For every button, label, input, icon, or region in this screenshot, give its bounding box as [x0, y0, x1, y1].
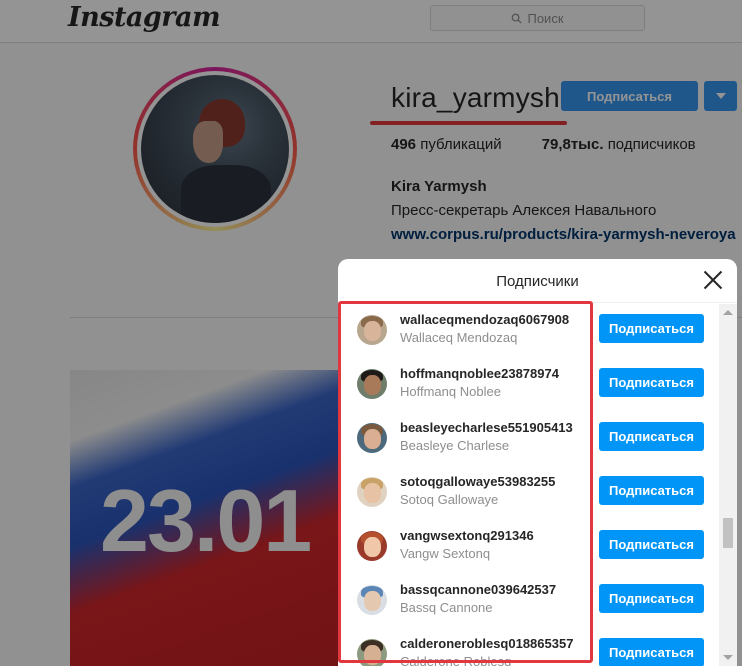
list-item: wallaceqmendozaq6067908 Wallaceq Mendoza… [338, 304, 718, 358]
follower-name: Bassq Cannone [400, 600, 493, 615]
follow-button[interactable]: Подписаться [599, 422, 704, 451]
follower-login[interactable]: vangwsextonq291346 [400, 528, 534, 543]
list-item: calderoneroblesq018865357 Calderonе Robl… [338, 628, 718, 666]
followers-list[interactable]: wallaceqmendozaq6067908 Wallaceq Mendoza… [338, 304, 718, 666]
modal-title: Подписчики [496, 273, 579, 290]
avatar[interactable] [357, 585, 387, 615]
close-icon[interactable] [703, 270, 723, 290]
list-item: hoffmanqnoblee23878974 Hoffmanq Noblee П… [338, 358, 718, 412]
follower-login[interactable]: wallaceqmendozaq6067908 [400, 312, 569, 327]
follower-name: Hoffmanq Noblee [400, 384, 501, 399]
follower-name: Sotoq Gallowaye [400, 492, 499, 507]
scroll-up-arrow-icon[interactable] [723, 310, 733, 315]
modal-header: Подписчики [338, 259, 737, 303]
avatar[interactable] [357, 531, 387, 561]
follower-name: Wallaceq Mendozaq [400, 330, 518, 345]
follow-button[interactable]: Подписаться [599, 530, 704, 559]
follow-button[interactable]: Подписаться [599, 584, 704, 613]
follower-login[interactable]: sotoqgallowaye53983255 [400, 474, 555, 489]
avatar[interactable] [357, 423, 387, 453]
scroll-down-arrow-icon[interactable] [723, 655, 733, 660]
follower-name: Calderonе Roblesq [400, 654, 512, 666]
avatar[interactable] [357, 477, 387, 507]
follower-login[interactable]: hoffmanqnoblee23878974 [400, 366, 559, 381]
follower-name: Beasleye Charlese [400, 438, 510, 453]
avatar[interactable] [357, 639, 387, 666]
follow-button[interactable]: Подписаться [599, 314, 704, 343]
list-item: sotoqgallowaye53983255 Sotoq Gallowaye П… [338, 466, 718, 520]
list-item: vangwsextonq291346 Vangw Sextonq Подписа… [338, 520, 718, 574]
avatar[interactable] [357, 315, 387, 345]
follower-name: Vangw Sextonq [400, 546, 491, 561]
followers-modal: Подписчики wallaceqmendozaq6067908 Walla… [338, 259, 737, 666]
list-item: beasleyecharlese551905413 Beasleye Charl… [338, 412, 718, 466]
scrollbar[interactable] [719, 304, 737, 666]
avatar[interactable] [357, 369, 387, 399]
follow-button[interactable]: Подписаться [599, 368, 704, 397]
list-item: bassqcannone039642537 Bassq Cannone Подп… [338, 574, 718, 628]
follower-login[interactable]: calderoneroblesq018865357 [400, 636, 573, 651]
follower-login[interactable]: beasleyecharlese551905413 [400, 420, 573, 435]
follow-button[interactable]: Подписаться [599, 476, 704, 505]
follower-login[interactable]: bassqcannone039642537 [400, 582, 556, 597]
scrollbar-thumb[interactable] [723, 518, 733, 548]
follow-button[interactable]: Подписаться [599, 638, 704, 666]
